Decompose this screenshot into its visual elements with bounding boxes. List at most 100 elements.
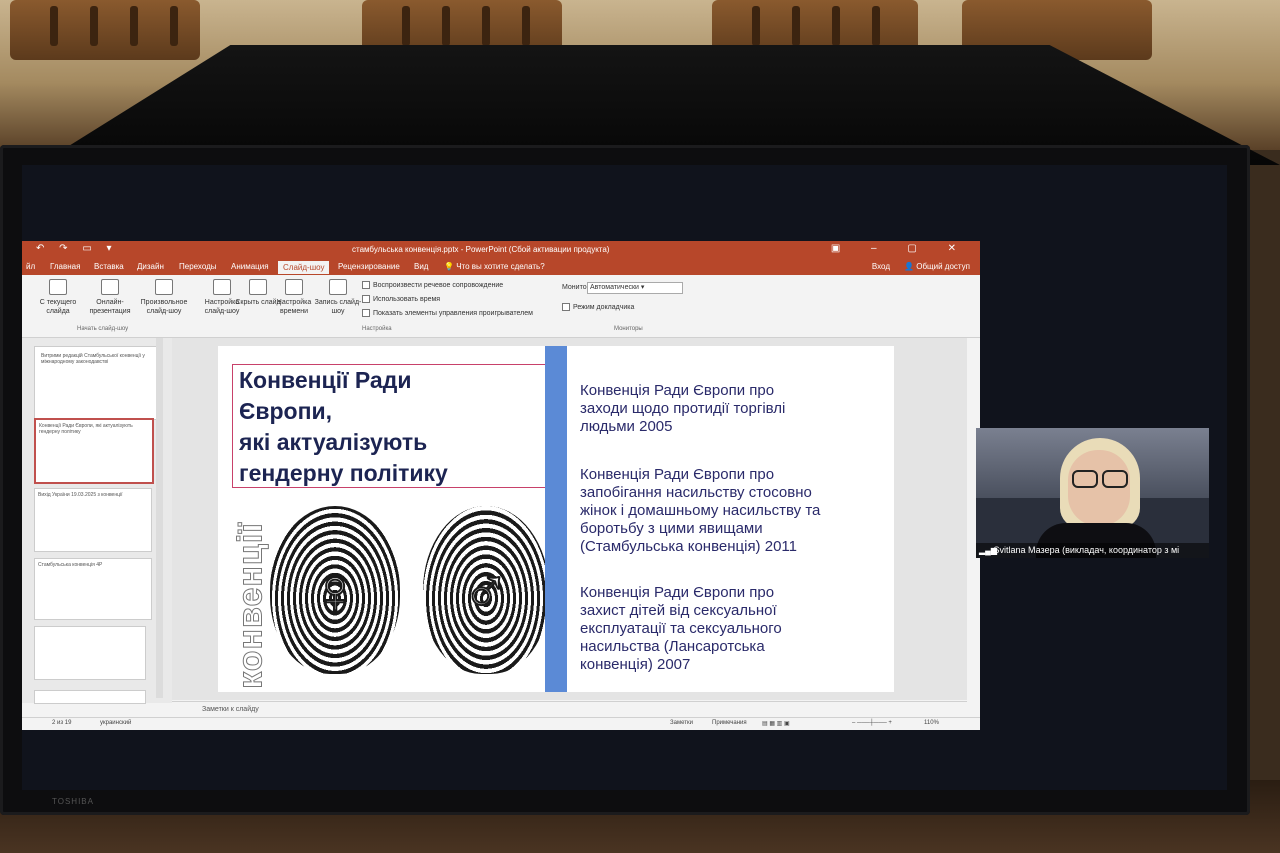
button-label: Произвольное слайд-шоу bbox=[140, 299, 188, 315]
share-button[interactable]: 👤 Общий доступ bbox=[904, 262, 970, 271]
notes-pane[interactable]: Заметки к слайду bbox=[172, 701, 967, 718]
tab-slideshow[interactable]: Слайд-шоу bbox=[278, 261, 330, 274]
use-timings-checkbox[interactable]: Использовать время bbox=[362, 295, 440, 303]
zoom-level[interactable]: 110% bbox=[924, 720, 939, 726]
convention-item[interactable]: Конвенція Ради Європи про запобігання на… bbox=[580, 466, 880, 556]
tab-file[interactable]: йл bbox=[26, 262, 35, 271]
slide-thumbnail[interactable]: Стамбульська конвенція 4Р bbox=[34, 558, 152, 620]
convention-line: Конвенція Ради Європи про bbox=[580, 382, 775, 399]
signal-strength-icon: ▂▄▆ bbox=[979, 546, 997, 555]
title-line: Європи, bbox=[239, 398, 333, 424]
blue-divider-bar bbox=[545, 346, 567, 692]
status-bar: 2 из 19 украинский Заметки Примечания ▤ … bbox=[22, 717, 980, 730]
group-label-setup: Настройка bbox=[362, 326, 392, 332]
monitor: TOSHIBA ↶ ↷ ▭ ▾ стамбульська конвенція.p… bbox=[0, 145, 1250, 815]
ribbon: С текущего слайда Онлайн-презентация Про… bbox=[22, 275, 980, 338]
title-line: гендерну політику bbox=[239, 460, 448, 486]
custom-show-icon bbox=[155, 279, 173, 295]
view-buttons[interactable]: ▤ ▦ ▥ ▣ bbox=[762, 720, 790, 727]
tell-me-search[interactable]: 💡 Что вы хотите сделать? bbox=[444, 262, 545, 271]
button-label: Запись слайд-шоу bbox=[314, 299, 362, 315]
checkbox-label: Режим докладчика bbox=[573, 303, 635, 311]
quick-access-toolbar[interactable]: ↶ ↷ ▭ ▾ bbox=[36, 243, 118, 254]
slide-thumbnail[interactable]: Конвенції Ради Європи, які актуалізують … bbox=[34, 418, 154, 484]
record-slideshow-button[interactable]: Запись слайд-шоу bbox=[314, 279, 362, 316]
thumbnail-text: Витрими редакцій Стамбульської конвенції… bbox=[41, 353, 145, 365]
ribbon-tabs: йл Главная Вставка Дизайн Переходы Анима… bbox=[22, 259, 980, 275]
tab-view[interactable]: Вид bbox=[414, 262, 428, 271]
convention-line: захист дітей від сексуальної bbox=[580, 602, 777, 619]
slide-title[interactable]: Конвенції Ради Європи, які актуалізують … bbox=[232, 364, 556, 488]
convention-line: запобігання насильству стосовно bbox=[580, 484, 812, 501]
participant-label: ▂▄▆ Svitlana Мазера (викладач, координат… bbox=[976, 543, 1209, 558]
from-current-slide-button[interactable]: С текущего слайда bbox=[34, 279, 82, 316]
thumbnail-text: Стамбульська конвенція 4Р bbox=[38, 562, 103, 568]
thumbnail-pane: Витрими редакцій Стамбульської конвенції… bbox=[22, 338, 172, 704]
screen: ↶ ↷ ▭ ▾ стамбульська конвенція.pptx - Po… bbox=[22, 165, 1227, 790]
convention-line: експлуатації та сексуального bbox=[580, 620, 782, 637]
glasses bbox=[1072, 470, 1128, 488]
checkbox-icon bbox=[362, 281, 370, 289]
rehearse-timings-button[interactable]: Настройка времени bbox=[270, 279, 318, 316]
tab-animation[interactable]: Анимация bbox=[231, 262, 269, 271]
convention-item[interactable]: Конвенція Ради Європи про захист дітей в… bbox=[580, 584, 880, 674]
custom-slideshow-button[interactable]: Произвольное слайд-шоу bbox=[140, 279, 188, 316]
online-presentation-button[interactable]: Онлайн-презентация bbox=[86, 279, 134, 316]
slide-thumbnail[interactable]: 4 bbox=[34, 690, 146, 704]
checkbox-icon bbox=[362, 295, 370, 303]
tab-design[interactable]: Дизайн bbox=[137, 262, 164, 271]
tab-review[interactable]: Рецензирование bbox=[338, 262, 400, 271]
convention-line: (Стамбульська конвенція) 2011 bbox=[580, 538, 797, 555]
notes-toggle[interactable]: Заметки bbox=[670, 720, 693, 726]
checkbox-icon bbox=[562, 303, 570, 311]
tab-transitions[interactable]: Переходы bbox=[179, 262, 217, 271]
lightbulb-icon: 💡 bbox=[444, 262, 454, 271]
show-media-controls-checkbox[interactable]: Показать элементы управления проигрывате… bbox=[362, 309, 533, 317]
comments-toggle[interactable]: Примечания bbox=[712, 720, 747, 726]
slide-thumbnail[interactable]: 3 bbox=[34, 626, 146, 680]
convention-line: людьми 2005 bbox=[580, 418, 673, 435]
video-participant-tile[interactable]: ▂▄▆ Svitlana Мазера (викладач, координат… bbox=[976, 428, 1209, 558]
person-icon: 👤 bbox=[904, 262, 915, 271]
tab-insert[interactable]: Вставка bbox=[94, 262, 124, 271]
title-line: Конвенції Ради bbox=[239, 367, 412, 393]
language-indicator[interactable]: украинский bbox=[100, 720, 131, 726]
slide-thumbnail[interactable]: Вихід України 19.03.2025 з конвенції bbox=[34, 488, 152, 552]
thumbnail-text: Конвенції Ради Європи, які актуалізують … bbox=[39, 423, 133, 435]
convention-line: жінок і домашньому насильству та bbox=[580, 502, 821, 519]
convention-item[interactable]: Конвенція Ради Європи про заходи щодо пр… bbox=[580, 382, 880, 436]
timer-icon bbox=[285, 279, 303, 295]
window-title: стамбульська конвенція.pptx - PowerPoint… bbox=[352, 245, 610, 254]
play-narrations-checkbox[interactable]: Воспроизвести речевое сопровождение bbox=[362, 281, 503, 289]
monitor-value: Автоматически bbox=[590, 284, 639, 291]
slide-counter: 2 из 19 bbox=[52, 720, 72, 726]
monitor-select[interactable]: Автоматически ▾ bbox=[587, 282, 683, 294]
zoom-slider[interactable]: – ───┼─── + bbox=[852, 720, 892, 726]
checkbox-label: Воспроизвести речевое сопровождение bbox=[373, 281, 504, 289]
monitor-brand-logo: TOSHIBA bbox=[52, 797, 94, 806]
slideshow-icon bbox=[49, 279, 67, 295]
button-label: Онлайн-презентация bbox=[89, 299, 131, 315]
thumbnail-scrollbar[interactable] bbox=[156, 338, 163, 698]
participant-name: Svitlana Мазера (викладач, координатор з… bbox=[993, 545, 1180, 555]
tab-home[interactable]: Главная bbox=[50, 262, 80, 271]
convention-line: насильства (Лансаротська bbox=[580, 638, 765, 655]
female-symbol-icon: ♀ bbox=[310, 554, 360, 628]
convention-line: заходи щодо протидії торгівлі bbox=[580, 400, 786, 417]
convention-line: боротьбу з цими явищами bbox=[580, 520, 763, 537]
convention-line: Конвенція Ради Європи про bbox=[580, 466, 775, 483]
setup-icon bbox=[213, 279, 231, 295]
online-icon bbox=[101, 279, 119, 295]
notes-placeholder: Заметки к слайду bbox=[202, 706, 259, 713]
signin-link[interactable]: Вход bbox=[872, 262, 890, 271]
participant-face bbox=[1068, 450, 1130, 526]
vertical-word: конвенції bbox=[231, 522, 270, 690]
slide-thumbnail[interactable]: Витрими редакцій Стамбульської конвенції… bbox=[34, 346, 158, 420]
thumbnail-text: Вихід України 19.03.2025 з конвенції bbox=[38, 492, 123, 498]
group-label-start: Начать слайд-шоу bbox=[77, 326, 129, 332]
presenter-view-checkbox[interactable]: Режим докладчика bbox=[562, 303, 634, 311]
record-icon bbox=[329, 279, 347, 295]
window-controls[interactable]: ▣ – ▢ ✕ bbox=[831, 243, 970, 254]
hide-icon bbox=[249, 279, 267, 295]
button-label: Настройка времени bbox=[276, 299, 312, 315]
